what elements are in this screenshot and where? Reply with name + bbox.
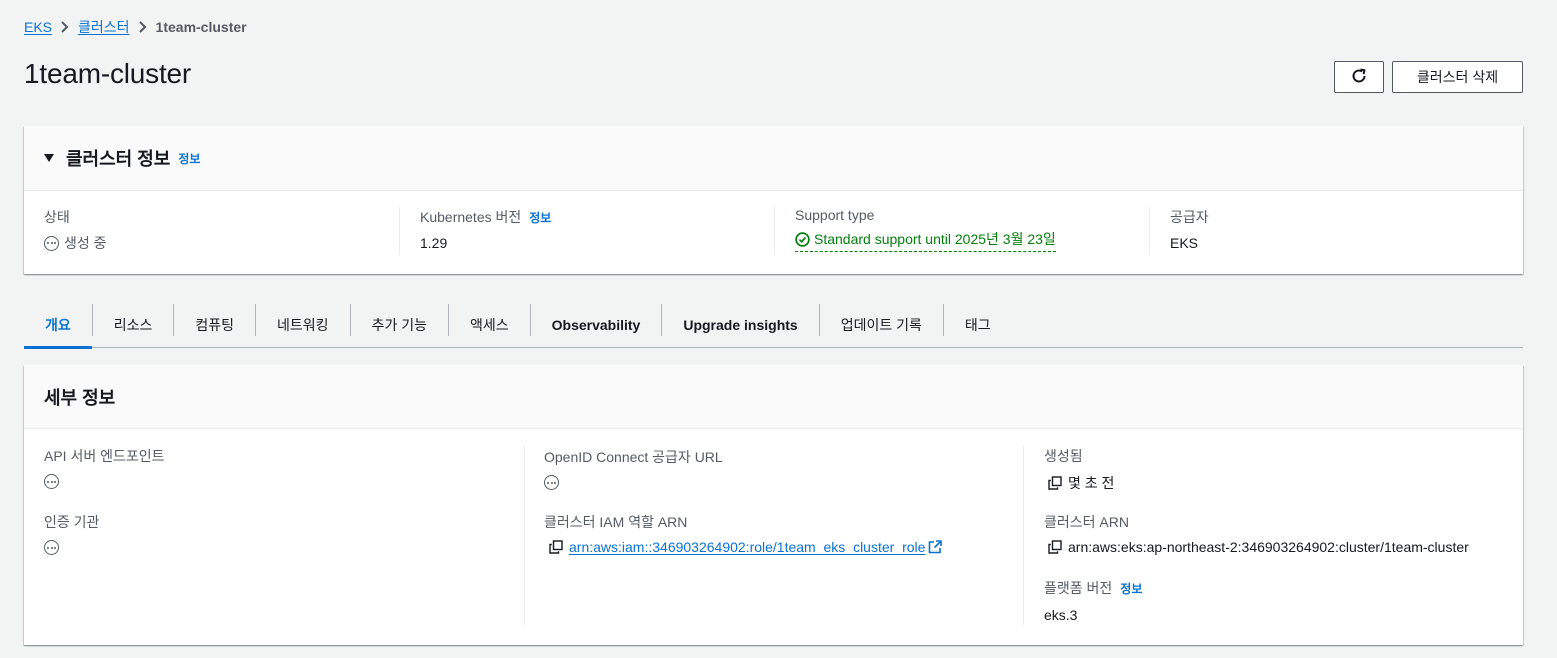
platform-version-label-row: 플랫폼 버전 정보	[1044, 578, 1142, 598]
cluster-arn-value: arn:aws:eks:ap-northeast-2:346903264902:…	[1068, 539, 1469, 555]
tab-upgrade-insights[interactable]: Upgrade insights	[662, 302, 818, 348]
loading-icon	[44, 540, 59, 555]
cert-authority-field: 인증 기관	[44, 512, 99, 555]
cluster-info-title: 클러스터 정보	[66, 149, 171, 169]
k8s-version-field: Kubernetes 버전 정보 1.29	[420, 207, 551, 257]
chevron-right-icon	[130, 21, 156, 33]
page: EKS 클러스터 1team-cluster 1team-cluster 클러스…	[0, 0, 1557, 658]
k8s-version-info-link[interactable]: 정보	[529, 209, 551, 226]
iam-role-arn-link[interactable]: arn:aws:iam::346903264902:role/1team_eks…	[569, 539, 925, 555]
breadcrumb: EKS 클러스터 1team-cluster	[24, 17, 247, 37]
tab-compute[interactable]: 컴퓨팅	[174, 302, 255, 348]
tab-tags[interactable]: 태그	[944, 302, 1012, 348]
cert-authority-value	[44, 540, 99, 555]
cluster-info-header: 클러스터 정보 정보	[24, 126, 1523, 191]
loading-icon	[544, 475, 559, 490]
external-link-icon	[929, 540, 943, 554]
refresh-icon	[1350, 67, 1368, 88]
created-value: 몇 초 전	[1068, 475, 1115, 491]
delete-cluster-button[interactable]: 클러스터 삭제	[1392, 61, 1523, 93]
status-field: 상태 생성 중	[44, 207, 107, 257]
support-type-popover-trigger[interactable]: Standard support until 2025년 3월 23일	[795, 229, 1056, 252]
divider	[399, 207, 400, 255]
platform-version-info-link[interactable]: 정보	[1120, 580, 1142, 597]
iam-role-field: 클러스터 IAM 역할 ARN arn:aws:iam::34690326490…	[544, 512, 943, 555]
tab-resources[interactable]: 리소스	[93, 302, 174, 348]
oidc-label: OpenID Connect 공급자 URL	[544, 449, 723, 465]
caret-down-icon[interactable]	[44, 154, 54, 162]
tab-bar: 개요 리소스 컴퓨팅 네트워킹 추가 기능 액세스 Observability …	[24, 302, 1523, 349]
status-value: 생성 중	[64, 235, 107, 251]
tab-overview[interactable]: 개요	[24, 302, 92, 349]
chevron-right-icon	[52, 21, 78, 33]
divider	[774, 207, 775, 255]
status-value-row: 생성 중	[44, 233, 107, 253]
cluster-info-panel: 클러스터 정보 정보 상태 생성 중 Kubernetes 버전 정보 1.29	[24, 126, 1523, 274]
tab-add-ons[interactable]: 추가 기능	[351, 302, 448, 348]
success-check-icon	[795, 231, 810, 247]
copy-icon[interactable]	[549, 540, 563, 554]
oidc-field: OpenID Connect 공급자 URL	[544, 447, 723, 490]
created-field: 생성됨 몇 초 전	[1044, 446, 1114, 493]
cert-authority-label: 인증 기관	[44, 514, 100, 530]
details-panel: 세부 정보 API 서버 엔드포인트 인증 기관 OpenID Connect …	[24, 365, 1523, 645]
tab-observability[interactable]: Observability	[531, 302, 662, 348]
platform-version-label: 플랫폼 버전	[1044, 580, 1113, 596]
details-title: 세부 정보	[44, 387, 116, 408]
details-header: 세부 정보	[24, 365, 1523, 429]
platform-version-value: eks.3	[1044, 607, 1078, 623]
support-type-label: Support type	[795, 207, 875, 223]
breadcrumb-current: 1team-cluster	[155, 19, 247, 35]
k8s-version-label: Kubernetes 버전	[420, 209, 522, 225]
support-type-value: Standard support until 2025년 3월 23일	[814, 231, 1056, 247]
details-column-2: OpenID Connect 공급자 URL 클러스터 IAM 역할 ARN a…	[544, 429, 1024, 645]
iam-role-label: 클러스터 IAM 역할 ARN	[544, 514, 688, 530]
breadcrumb-clusters-link[interactable]: 클러스터	[78, 17, 130, 37]
oidc-value	[544, 475, 723, 490]
cluster-arn-label: 클러스터 ARN	[1044, 514, 1129, 530]
tab-networking[interactable]: 네트워킹	[256, 302, 350, 348]
support-type-field: Support type Standard support until 2025…	[795, 207, 1056, 257]
page-title: 1team-cluster	[24, 58, 192, 89]
api-endpoint-field: API 서버 엔드포인트	[44, 446, 165, 489]
provider-label: 공급자	[1170, 209, 1209, 225]
platform-version-field: 플랫폼 버전 정보 eks.3	[1044, 578, 1142, 623]
divider	[1023, 445, 1024, 625]
details-column-3: 생성됨 몇 초 전 클러스터 ARN arn:aws:eks:ap-northe…	[1044, 429, 1504, 645]
k8s-version-value: 1.29	[420, 235, 448, 251]
details-column-1: API 서버 엔드포인트 인증 기관	[44, 429, 524, 645]
k8s-version-label-row: Kubernetes 버전 정보	[420, 207, 551, 227]
provider-value: EKS	[1170, 235, 1199, 251]
iam-role-value-row: arn:aws:iam::346903264902:role/1team_eks…	[549, 539, 943, 555]
created-value-row: 몇 초 전	[1048, 473, 1114, 493]
divider	[1149, 207, 1150, 255]
breadcrumb-eks-link[interactable]: EKS	[24, 19, 52, 35]
cluster-arn-field: 클러스터 ARN arn:aws:eks:ap-northeast-2:3469…	[1044, 512, 1469, 555]
copy-icon[interactable]	[1048, 476, 1062, 490]
divider	[524, 445, 525, 625]
loading-icon	[44, 474, 59, 489]
cluster-info-grid: 상태 생성 중 Kubernetes 버전 정보 1.29 Support ty…	[24, 191, 1523, 274]
copy-icon[interactable]	[1048, 540, 1062, 554]
refresh-button[interactable]	[1334, 61, 1384, 93]
provider-field: 공급자 EKS	[1170, 207, 1209, 257]
cluster-arn-value-row: arn:aws:eks:ap-northeast-2:346903264902:…	[1048, 539, 1469, 555]
tab-update-history[interactable]: 업데이트 기록	[820, 302, 943, 348]
support-type-value-row: Standard support until 2025년 3월 23일	[795, 229, 1056, 252]
tab-access[interactable]: 액세스	[449, 302, 530, 348]
status-label: 상태	[44, 209, 70, 225]
created-label: 생성됨	[1044, 448, 1083, 464]
api-endpoint-value	[44, 474, 165, 489]
cluster-info-info-link[interactable]: 정보	[178, 150, 200, 167]
in-progress-icon	[44, 235, 59, 251]
api-endpoint-label: API 서버 엔드포인트	[44, 448, 165, 464]
